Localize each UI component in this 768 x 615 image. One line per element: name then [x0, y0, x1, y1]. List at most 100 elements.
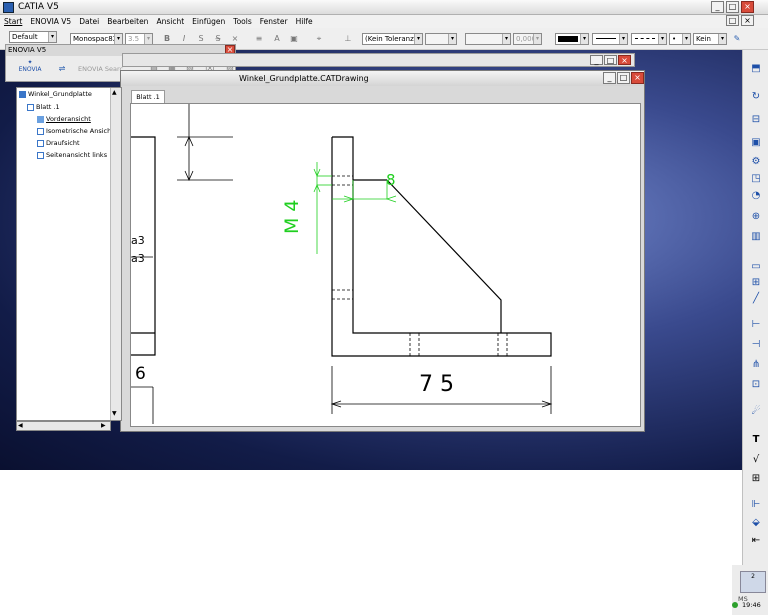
- precision-type-combo[interactable]: ▾: [465, 33, 511, 45]
- enovia-logo-icon[interactable]: ✦ ENOVIA: [16, 59, 44, 79]
- tree-item-root[interactable]: Winkel_Grundplatte: [19, 90, 92, 98]
- color-combo[interactable]: ▾: [555, 33, 589, 45]
- axis-icon[interactable]: ⊩: [749, 498, 763, 511]
- break-icon[interactable]: ▥: [749, 230, 763, 243]
- menu-hilfe[interactable]: Hilfe: [292, 15, 317, 28]
- dimension-properties-icon[interactable]: ⌖: [313, 33, 325, 45]
- linetype-combo[interactable]: ▾: [592, 33, 628, 45]
- rectangle-icon[interactable]: ▭: [749, 260, 763, 273]
- drawing-max-button[interactable]: □: [617, 72, 630, 84]
- tolerance-value-combo[interactable]: ▾: [425, 33, 457, 45]
- text-box-icon[interactable]: ▣: [288, 33, 300, 45]
- ruler-icon[interactable]: ⊟: [749, 113, 763, 126]
- align-left-icon[interactable]: ≡: [253, 33, 265, 45]
- table-icon[interactable]: ⊞: [749, 472, 763, 485]
- drawing-sheet[interactable]: a3 a3 6 8 M 4 7 5: [130, 103, 641, 427]
- bg-max-button[interactable]: □: [604, 55, 617, 65]
- bg-close-button[interactable]: ×: [618, 55, 631, 65]
- hatch-icon[interactable]: ⬙: [749, 516, 763, 529]
- specification-tree: Winkel_Grundplatte Blatt .1 Vorderansich…: [16, 87, 122, 421]
- tab-sheet-1[interactable]: Blatt .1: [131, 90, 165, 103]
- scroll-up-icon[interactable]: ▲: [112, 89, 117, 96]
- drawing-close-button[interactable]: ×: [631, 72, 644, 84]
- maximize-button[interactable]: □: [726, 1, 739, 13]
- bracket-outline: [331, 136, 552, 357]
- doc-restore-button[interactable]: □: [726, 15, 739, 26]
- precision-combo[interactable]: 0,000 ▾: [513, 33, 542, 45]
- background-window[interactable]: _ □ ×: [122, 53, 635, 67]
- menu-tools[interactable]: Tools: [229, 15, 255, 28]
- text-frame-icon[interactable]: A: [271, 33, 283, 45]
- menu-start[interactable]: Start: [0, 15, 26, 28]
- tree-item-sheet[interactable]: Blatt .1: [27, 103, 60, 111]
- scroll-left-icon[interactable]: ◀: [18, 422, 23, 429]
- view-icon: [37, 139, 44, 147]
- tree-scrollbar[interactable]: ▲ ▼: [110, 88, 121, 420]
- drawing-window-title: Winkel_Grundplatte.CATDrawing: [239, 74, 369, 83]
- drawing-min-button[interactable]: _: [603, 72, 616, 84]
- enovia-connect-icon[interactable]: ⇌: [56, 63, 68, 75]
- dimension-m4[interactable]: M 4: [281, 194, 303, 234]
- status-indicator[interactable]: 2: [740, 571, 766, 593]
- style-combo[interactable]: Default ▾: [9, 31, 57, 43]
- text-icon[interactable]: T: [749, 433, 763, 446]
- dimension-chain-icon[interactable]: ⊣: [749, 338, 763, 351]
- dimension-icon[interactable]: ⊢: [749, 318, 763, 331]
- minimize-button[interactable]: _: [711, 1, 724, 13]
- drawing-icon: [19, 90, 26, 98]
- technical-drawing: [131, 104, 553, 424]
- drawing-window: Winkel_Grundplatte.CATDrawing _ □ × Blat…: [120, 70, 645, 432]
- painter-icon[interactable]: ✎: [731, 33, 743, 45]
- scroll-right-icon[interactable]: ▶: [101, 422, 106, 429]
- tree-item-iso-view[interactable]: Isometrische Ansicht: [37, 127, 114, 135]
- section-icon[interactable]: ◔: [749, 189, 763, 202]
- bg-min-button[interactable]: _: [590, 55, 603, 65]
- point-type-combo[interactable]: • ▾: [669, 33, 691, 45]
- anchor-icon[interactable]: ⊥: [342, 33, 354, 45]
- tree-hscrollbar[interactable]: ◀ ▶: [16, 421, 111, 431]
- menu-bar: Start ENOVIA V5 Datei Bearbeiten Ansicht Einf…: [0, 15, 768, 28]
- dimension-8[interactable]: 8: [386, 171, 396, 189]
- tree-item-top-view[interactable]: Draufsicht: [37, 139, 80, 147]
- title-bar: CATIA V5 _ □ ×: [0, 0, 768, 15]
- thickness-combo[interactable]: ▾: [631, 33, 667, 45]
- pattern-combo[interactable]: Kein ▾: [693, 33, 727, 45]
- constraint-icon[interactable]: ⋔: [749, 358, 763, 371]
- detail-icon[interactable]: ⊕: [749, 210, 763, 223]
- doc-close-button[interactable]: ×: [741, 15, 754, 26]
- sheet-icon: [27, 103, 34, 111]
- scroll-down-icon[interactable]: ▼: [112, 410, 117, 417]
- network-icon[interactable]: [732, 602, 738, 608]
- select-icon[interactable]: ⬒: [749, 62, 763, 75]
- roughness-icon[interactable]: √: [749, 453, 763, 466]
- new-view-icon[interactable]: ▣: [749, 136, 763, 149]
- left-label-6: 6: [135, 364, 146, 384]
- green-dimensions: [313, 162, 397, 254]
- grid-icon[interactable]: ⊞: [749, 276, 763, 289]
- left-label-a3-2: a3: [131, 252, 145, 265]
- tolerance-combo[interactable]: (Kein Toleranzb ▾: [362, 33, 423, 45]
- menu-bearbeiten[interactable]: Bearbeiten: [103, 15, 152, 28]
- system-tray: 2 MS 19:46: [732, 565, 768, 615]
- clock-time: 19:46: [742, 601, 761, 609]
- menu-enovia[interactable]: ENOVIA V5: [26, 15, 75, 28]
- close-button[interactable]: ×: [741, 1, 754, 13]
- menu-datei[interactable]: Datei: [75, 15, 103, 28]
- tree-item-side-view[interactable]: Seitenansicht links: [37, 151, 107, 159]
- menu-fenster[interactable]: Fenster: [256, 15, 292, 28]
- menu-ansicht[interactable]: Ansicht: [152, 15, 188, 28]
- tree-item-front-view[interactable]: Vorderansicht: [37, 115, 91, 123]
- catia-app-icon[interactable]: [3, 2, 14, 13]
- menu-einfuegen[interactable]: Einfügen: [188, 15, 229, 28]
- view-icon: [37, 127, 44, 135]
- empty-area: [0, 470, 732, 615]
- arrow-icon[interactable]: ⇤: [749, 534, 763, 547]
- frame-icon[interactable]: ⊡: [749, 378, 763, 391]
- right-toolbar: ⬒ ↻ ⊟ ▣ ⚙ ◳ ◔ ⊕ ▥ ▭ ⊞ ╱ ⊢ ⊣ ⋔ ⊡ ☄ T √ ⊞ …: [742, 50, 768, 565]
- annotation-icon[interactable]: ☄: [749, 405, 763, 418]
- wizard-icon[interactable]: ⚙: [749, 155, 763, 168]
- line-icon[interactable]: ╱: [749, 292, 763, 305]
- dimension-75[interactable]: 7 5: [419, 372, 454, 397]
- projection-icon[interactable]: ◳: [749, 172, 763, 185]
- update-icon[interactable]: ↻: [749, 90, 763, 103]
